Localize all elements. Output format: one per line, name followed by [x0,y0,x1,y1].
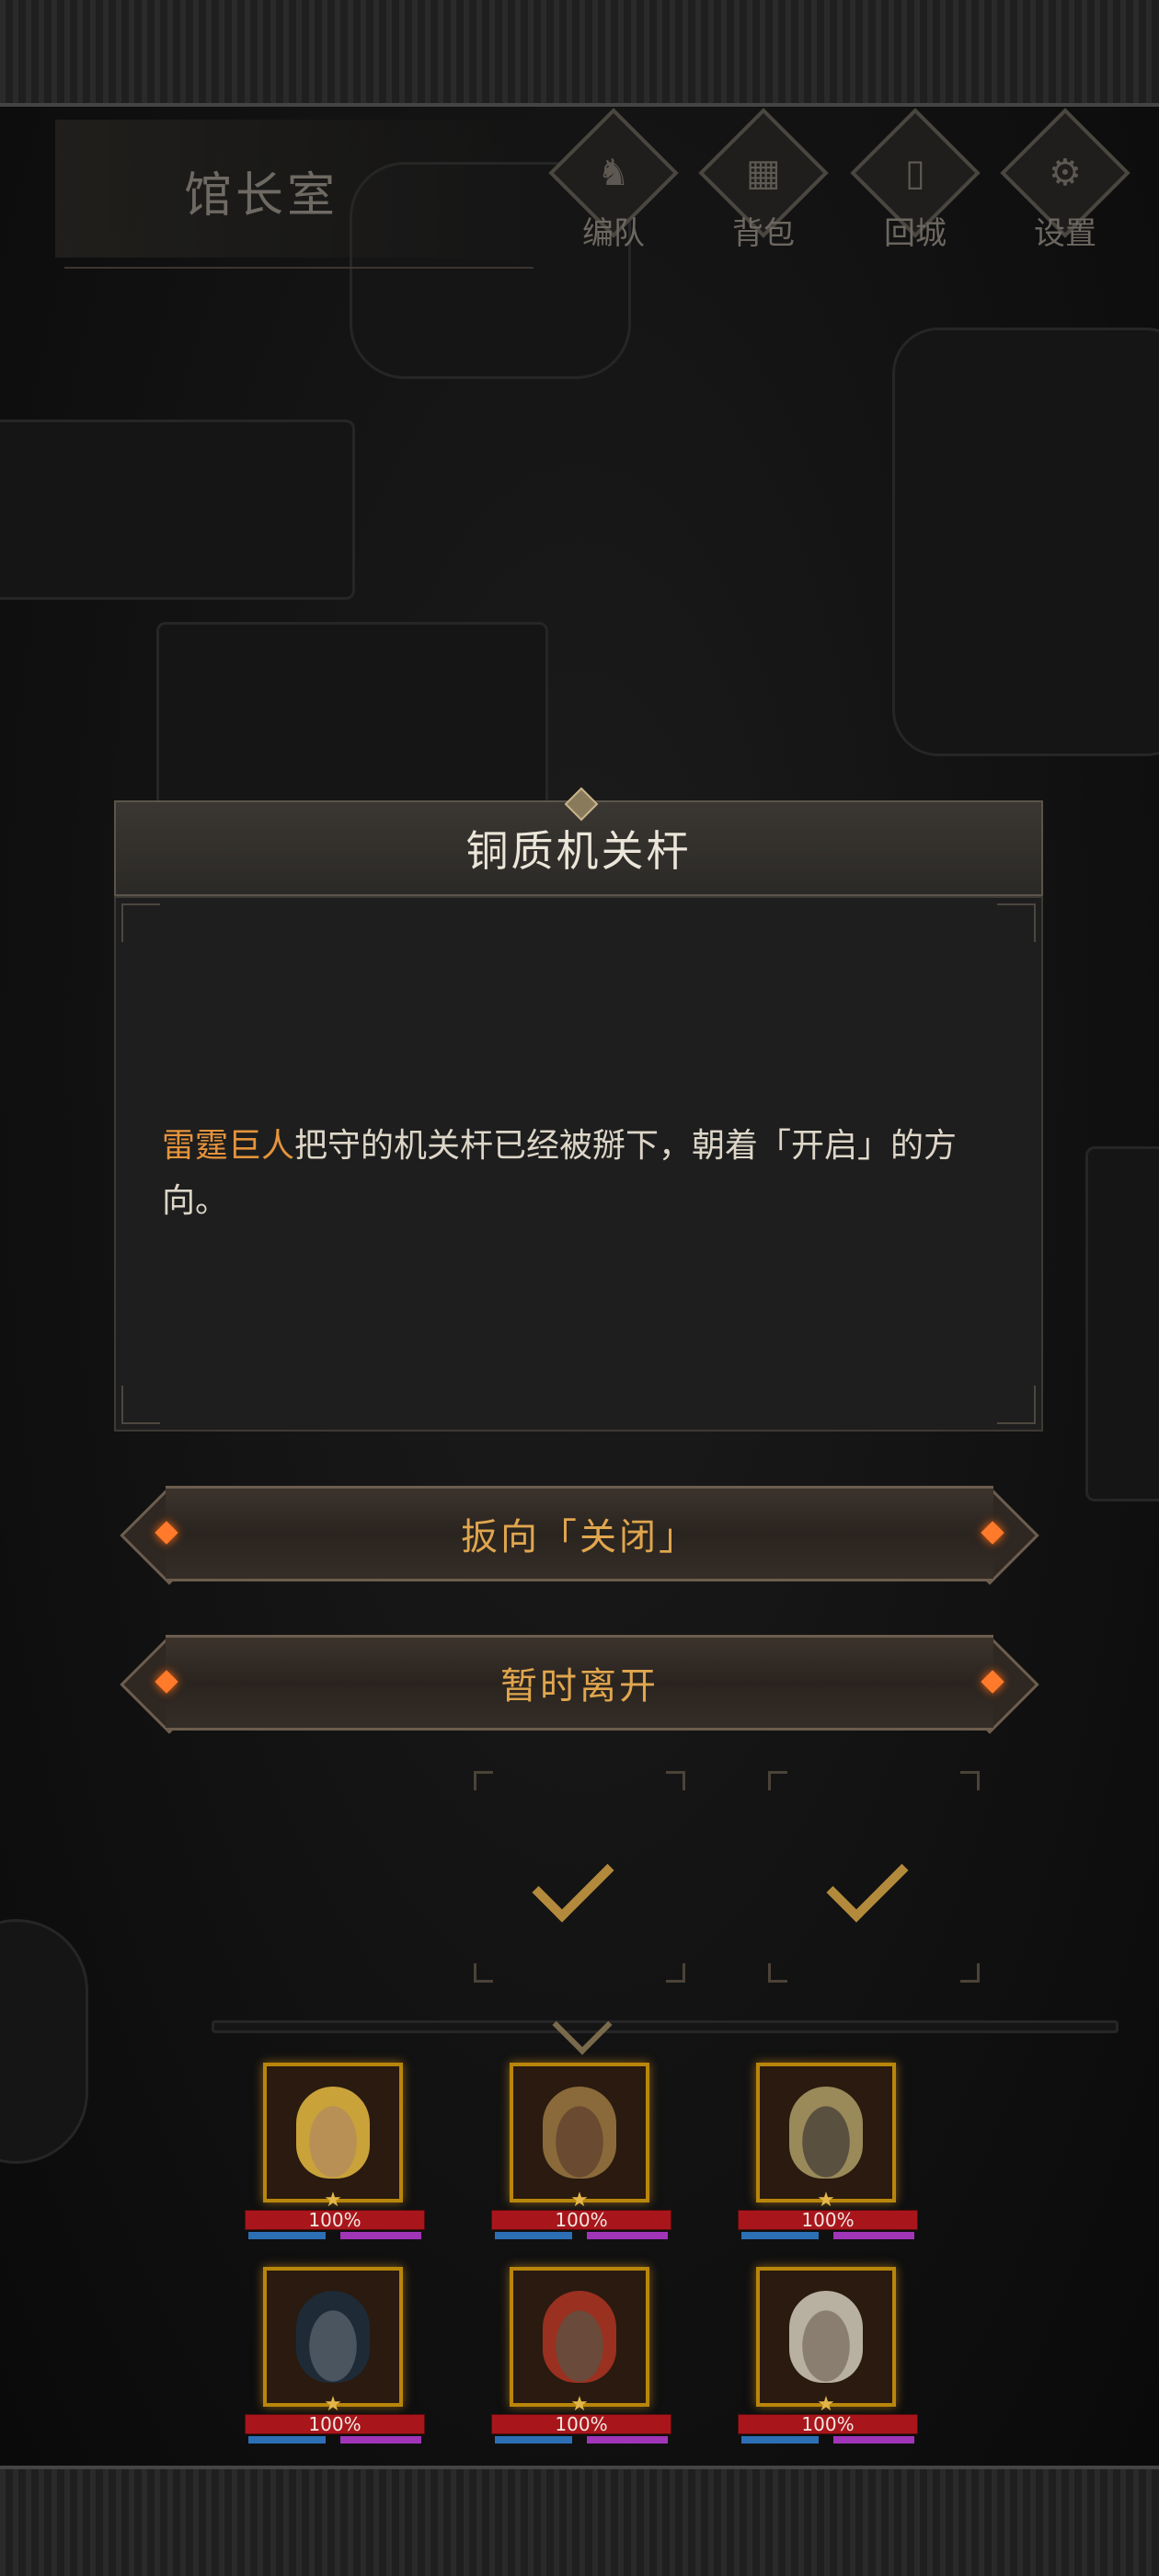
hp-bar: 100% [491,2414,671,2434]
mana-bar [248,2232,326,2239]
helmet-icon: ♞ [597,151,630,194]
hero-face [543,2291,616,2383]
party-member-2[interactable]: ★ 100% [491,2063,675,2247]
hp-bar: 100% [245,2414,425,2434]
formation-button[interactable]: ♞ 编队 [548,108,679,253]
backpack-icon: ▦ [746,151,781,194]
energy-bar [833,2436,914,2444]
rank-star-icon: ★ [324,2393,342,2416]
hero-portrait [510,2063,649,2202]
dialog-message: 雷霆巨人把守的机关杆已经被掰下，朝着「开启」的方向。 [162,1119,999,1229]
corner-ornament [997,903,1036,942]
hp-bar: 100% [245,2210,425,2230]
energy-bar [587,2232,668,2239]
settings-label: 设置 [1034,215,1096,252]
leave-button[interactable]: 暂时离开 [120,1635,1039,1734]
map-cell-cleared[interactable] [474,1771,685,1983]
hp-bar: 100% [738,2414,918,2434]
choice-label: 暂时离开 [500,1665,659,1708]
energy-bar [587,2436,668,2444]
door-icon: ▯ [904,151,926,194]
mana-bar [495,2232,572,2239]
corner-ornament [997,1386,1036,1424]
switch-to-close-button[interactable]: 扳向「关闭」 [120,1486,1039,1585]
map-cell-cleared[interactable] [768,1771,980,1983]
party-member-3[interactable]: ★ 100% [738,2063,922,2247]
monster-name: 雷霆巨人 [162,1127,295,1165]
check-icon [532,1840,614,1923]
gear-icon: ⚙ [1049,151,1082,194]
hero-portrait [756,2267,896,2407]
choice-label: 扳向「关闭」 [461,1516,698,1558]
title-divider [64,267,534,269]
top-frame [0,0,1159,107]
energy-bar [340,2232,421,2239]
return-town-label: 回城 [884,215,947,252]
energy-bar [340,2436,421,2444]
hero-portrait [263,2063,403,2202]
mana-bar [248,2436,326,2444]
hero-face [789,2087,863,2179]
hero-face [789,2291,863,2383]
party-member-5[interactable]: ★ 100% [491,2267,675,2451]
backpack-label: 背包 [732,215,795,252]
mana-bar [741,2436,819,2444]
bottom-frame [0,2466,1159,2576]
check-icon [826,1840,909,1923]
hero-portrait [756,2063,896,2202]
corner-ornament [121,1386,160,1424]
energy-bar [833,2232,914,2239]
party-member-1[interactable]: ★ 100% [245,2063,429,2247]
party-member-4[interactable]: ★ 100% [245,2267,429,2451]
hero-portrait [510,2267,649,2407]
dialog-title: 铜质机关杆 [465,826,692,876]
formation-label: 编队 [582,215,645,252]
mana-bar [495,2436,572,2444]
hero-face [296,2087,370,2179]
rank-star-icon: ★ [817,2393,835,2416]
event-dialog: 铜质机关杆 雷霆巨人把守的机关杆已经被掰下，朝着「开启」的方向。 [114,787,1043,1432]
hero-face [296,2291,370,2383]
rank-star-icon: ★ [817,2189,835,2212]
dialog-header: 铜质机关杆 [114,787,1043,896]
settings-button[interactable]: ⚙ 设置 [1000,108,1130,253]
rank-star-icon: ★ [570,2393,589,2416]
corner-ornament [121,903,160,942]
hero-portrait [263,2267,403,2407]
rank-star-icon: ★ [570,2189,589,2212]
party-member-6[interactable]: ★ 100% [738,2267,922,2451]
backpack-button[interactable]: ▦ 背包 [698,108,829,253]
rank-star-icon: ★ [324,2189,342,2212]
return-town-button[interactable]: ▯ 回城 [850,108,981,253]
hp-bar: 100% [491,2210,671,2230]
mana-bar [741,2232,819,2239]
hp-bar: 100% [738,2210,918,2230]
dialog-body: 雷霆巨人把守的机关杆已经被掰下，朝着「开启」的方向。 [114,896,1043,1432]
room-title: 馆长室 [184,168,339,224]
hero-face [543,2087,616,2179]
